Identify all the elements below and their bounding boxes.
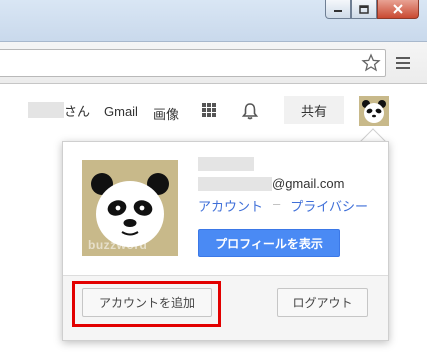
account-link[interactable]: アカウント — [198, 196, 263, 215]
images-link[interactable]: 画像 — [153, 104, 179, 123]
close-button[interactable] — [377, 0, 419, 19]
minimize-button[interactable] — [325, 0, 351, 19]
account-links: アカウント – プライバシー — [198, 196, 368, 215]
minimize-icon — [334, 10, 342, 12]
redacted-email-user — [198, 176, 272, 191]
link-separator: – — [273, 196, 281, 211]
logout-button[interactable]: ログアウト — [277, 288, 368, 317]
photo-watermark: buzzword — [88, 238, 148, 252]
privacy-link[interactable]: プライバシー — [290, 196, 368, 215]
redacted-name — [28, 102, 64, 118]
bell-icon[interactable] — [240, 101, 260, 121]
user-greeting[interactable]: さん — [28, 100, 90, 120]
window-controls — [325, 0, 419, 20]
address-bar[interactable] — [0, 49, 386, 77]
user-suffix: さん — [64, 103, 91, 119]
highlight-box — [72, 281, 221, 327]
view-profile-button[interactable]: プロフィールを表示 — [198, 229, 340, 257]
account-email: @gmail.com — [198, 176, 344, 191]
close-icon — [393, 4, 403, 14]
gmail-link[interactable]: Gmail — [104, 104, 138, 119]
share-button[interactable]: 共有 — [284, 96, 344, 124]
maximize-button[interactable] — [351, 0, 377, 19]
email-domain: @gmail.com — [272, 176, 345, 191]
account-avatar[interactable] — [359, 96, 389, 126]
menu-icon[interactable] — [396, 53, 410, 73]
star-icon[interactable] — [361, 53, 381, 73]
apps-grid-icon[interactable] — [202, 103, 216, 117]
window-titlebar — [0, 0, 427, 42]
maximize-icon — [359, 4, 369, 14]
redacted-account-name — [198, 157, 254, 171]
